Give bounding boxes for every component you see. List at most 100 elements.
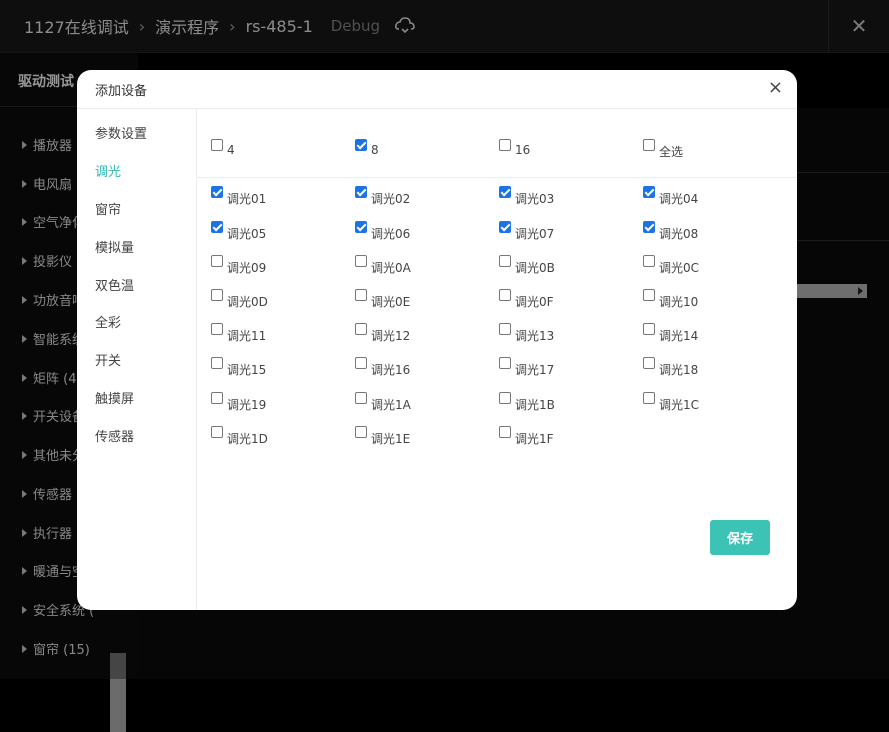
checkbox-unchecked-icon[interactable] <box>355 357 367 369</box>
device-checkbox[interactable]: 调光15 <box>211 355 266 378</box>
checkbox-unchecked-icon[interactable] <box>499 289 511 301</box>
nav-item-full-color[interactable]: 全彩 <box>95 312 121 331</box>
device-checkbox[interactable]: 调光04 <box>643 184 698 207</box>
device-label: 调光18 <box>659 363 699 377</box>
checkbox-unchecked-icon[interactable] <box>355 255 367 267</box>
device-label: 调光04 <box>659 192 699 206</box>
nav-item-params[interactable]: 参数设置 <box>95 123 147 142</box>
device-checkbox[interactable]: 调光1F <box>499 424 554 447</box>
device-checkbox[interactable]: 调光05 <box>211 219 266 242</box>
nav-item-switch[interactable]: 开关 <box>95 350 121 369</box>
device-label: 调光02 <box>371 192 411 206</box>
device-label: 调光09 <box>227 261 267 275</box>
nav-item-dimming[interactable]: 调光 <box>95 161 121 180</box>
checkbox-unchecked-icon[interactable] <box>211 426 223 438</box>
device-checkbox[interactable]: 调光0E <box>355 287 410 310</box>
device-checkbox[interactable]: 调光1A <box>355 390 411 413</box>
device-checkbox[interactable]: 调光1C <box>643 390 699 413</box>
checkbox-unchecked-icon[interactable] <box>211 289 223 301</box>
device-checkbox[interactable]: 调光02 <box>355 184 410 207</box>
close-icon[interactable]: × <box>768 78 783 98</box>
device-label: 调光17 <box>515 363 555 377</box>
checkbox-unchecked-icon[interactable] <box>643 289 655 301</box>
device-checkbox[interactable]: 调光0F <box>499 287 554 310</box>
checkbox-unchecked-icon[interactable] <box>643 323 655 335</box>
device-label: 调光03 <box>515 192 555 206</box>
device-checkbox[interactable]: 调光17 <box>499 355 554 378</box>
checkbox-unchecked-icon[interactable] <box>211 139 223 151</box>
device-checkbox[interactable]: 调光0C <box>643 253 699 276</box>
device-label: 调光1D <box>227 432 268 446</box>
checkbox-checked-icon[interactable] <box>355 139 367 151</box>
device-checkbox[interactable]: 调光07 <box>499 219 554 242</box>
device-label: 调光0F <box>515 295 554 309</box>
group-option-checkbox[interactable]: 8 <box>355 137 379 157</box>
device-label: 调光0C <box>659 261 700 275</box>
checkbox-unchecked-icon[interactable] <box>643 392 655 404</box>
device-label: 调光13 <box>515 329 555 343</box>
checkbox-unchecked-icon[interactable] <box>355 392 367 404</box>
device-checkbox[interactable]: 调光1B <box>499 390 555 413</box>
device-checkbox[interactable]: 调光1D <box>211 424 268 447</box>
checkbox-checked-icon[interactable] <box>643 186 655 198</box>
checkbox-unchecked-icon[interactable] <box>499 426 511 438</box>
save-button[interactable]: 保存 <box>710 520 770 555</box>
group-option-checkbox[interactable]: 4 <box>211 137 235 157</box>
checkbox-checked-icon[interactable] <box>211 221 223 233</box>
device-label: 调光10 <box>659 295 699 309</box>
dialog-header: 添加设备 × <box>77 70 797 109</box>
device-checkbox[interactable]: 调光16 <box>355 355 410 378</box>
device-checkbox[interactable]: 调光03 <box>499 184 554 207</box>
category-nav: 参数设置 调光 窗帘 模拟量 双色温 全彩 开关 触摸屏 传感器 <box>77 109 197 610</box>
checkbox-checked-icon[interactable] <box>499 186 511 198</box>
checkbox-unchecked-icon[interactable] <box>211 357 223 369</box>
checkbox-unchecked-icon[interactable] <box>643 255 655 267</box>
device-label: 调光01 <box>227 192 267 206</box>
checkbox-unchecked-icon[interactable] <box>355 289 367 301</box>
checkbox-unchecked-icon[interactable] <box>211 255 223 267</box>
device-checkbox[interactable]: 调光12 <box>355 321 410 344</box>
group-option-label: 16 <box>515 143 531 157</box>
nav-item-dual-color-temp[interactable]: 双色温 <box>95 275 134 294</box>
checkbox-checked-icon[interactable] <box>355 186 367 198</box>
checkbox-unchecked-icon[interactable] <box>499 323 511 335</box>
device-checkbox[interactable]: 调光11 <box>211 321 266 344</box>
checkbox-unchecked-icon[interactable] <box>499 139 511 151</box>
group-option-checkbox[interactable]: 全选 <box>643 137 683 160</box>
device-checkbox[interactable]: 调光10 <box>643 287 698 310</box>
checkbox-checked-icon[interactable] <box>355 221 367 233</box>
device-checkbox[interactable]: 调光1E <box>355 424 410 447</box>
checkbox-unchecked-icon[interactable] <box>499 392 511 404</box>
nav-item-curtain[interactable]: 窗帘 <box>95 199 121 218</box>
checkbox-unchecked-icon[interactable] <box>499 255 511 267</box>
nav-item-analog[interactable]: 模拟量 <box>95 237 134 256</box>
nav-item-sensor[interactable]: 传感器 <box>95 426 134 445</box>
group-option-checkbox[interactable]: 16 <box>499 137 530 157</box>
checkbox-unchecked-icon[interactable] <box>643 357 655 369</box>
device-checkbox[interactable]: 调光01 <box>211 184 266 207</box>
device-checkbox[interactable]: 调光0A <box>355 253 411 276</box>
device-label: 调光0E <box>371 295 411 309</box>
device-label: 调光0B <box>515 261 555 275</box>
checkbox-checked-icon[interactable] <box>211 186 223 198</box>
nav-item-touchscreen[interactable]: 触摸屏 <box>95 388 134 407</box>
device-checkbox[interactable]: 调光06 <box>355 219 410 242</box>
device-checkbox[interactable]: 调光09 <box>211 253 266 276</box>
checkbox-unchecked-icon[interactable] <box>211 323 223 335</box>
checkbox-unchecked-icon[interactable] <box>643 139 655 151</box>
device-checkbox[interactable]: 调光19 <box>211 390 266 413</box>
checkbox-unchecked-icon[interactable] <box>211 392 223 404</box>
device-checkbox[interactable]: 调光08 <box>643 219 698 242</box>
device-checkbox[interactable]: 调光14 <box>643 321 698 344</box>
device-checkbox[interactable]: 调光0D <box>211 287 268 310</box>
device-checkbox[interactable]: 调光13 <box>499 321 554 344</box>
device-checkbox[interactable]: 调光18 <box>643 355 698 378</box>
checkbox-unchecked-icon[interactable] <box>355 426 367 438</box>
checkbox-unchecked-icon[interactable] <box>355 323 367 335</box>
device-checkbox[interactable]: 调光0B <box>499 253 555 276</box>
checkbox-unchecked-icon[interactable] <box>499 357 511 369</box>
device-label: 调光19 <box>227 398 267 412</box>
device-label: 调光1C <box>659 398 700 412</box>
checkbox-checked-icon[interactable] <box>643 221 655 233</box>
checkbox-checked-icon[interactable] <box>499 221 511 233</box>
